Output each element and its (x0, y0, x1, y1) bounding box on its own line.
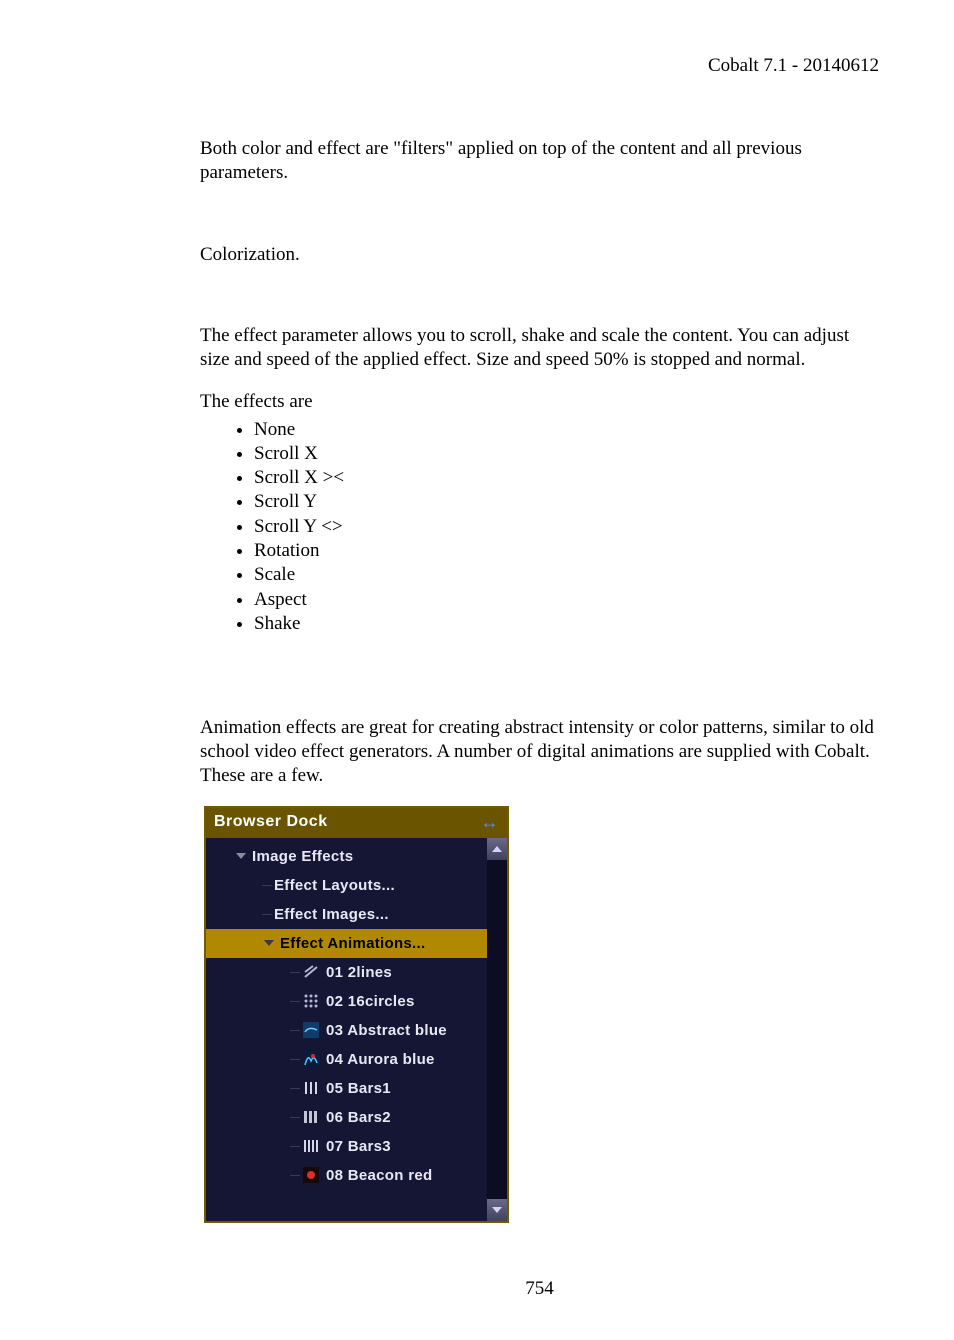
tree-label: 03 Abstract blue (326, 1022, 447, 1039)
list-item: Aspect (254, 588, 879, 612)
tree-item-image-effects[interactable]: Image Effects (206, 842, 487, 871)
thumb-bars3-icon (302, 1137, 320, 1155)
thumb-bars1-icon (302, 1079, 320, 1097)
list-item: Rotation (254, 539, 879, 563)
tree-item-effect-animations[interactable]: Effect Animations... (206, 929, 487, 958)
triangle-down-icon (234, 850, 248, 862)
page-header: Cobalt 7.1 - 20140612 (200, 55, 879, 77)
paragraph-colorization: Colorization. (200, 243, 879, 267)
dock-tree[interactable]: Image Effects Effect Layouts... Effect I… (206, 838, 487, 1221)
tree-label: 08 Beacon red (326, 1167, 432, 1184)
tree-label: Effect Images... (274, 906, 389, 923)
thumb-beacon-red-icon (302, 1166, 320, 1184)
scrollbar-track[interactable] (487, 860, 507, 1199)
browser-dock-panel: Browser Dock ↔ Image Effects Effect Layo… (204, 806, 509, 1223)
paragraph-effect-desc: The effect parameter allows you to scrol… (200, 324, 879, 372)
paragraph-animation-desc: Animation effects are great for creating… (200, 716, 879, 787)
thumb-2lines-icon (302, 963, 320, 981)
tree-label: 01 2lines (326, 964, 392, 981)
tree-item-animation[interactable]: 03 Abstract blue (206, 1016, 487, 1045)
scroll-down-icon[interactable] (487, 1199, 507, 1221)
list-item: Scroll Y <> (254, 515, 879, 539)
tree-item-animation[interactable]: 01 2lines (206, 958, 487, 987)
list-item: Scale (254, 563, 879, 587)
tree-item-animation[interactable]: 08 Beacon red (206, 1161, 487, 1190)
dock-title-label: Browser Dock (214, 813, 328, 831)
tree-label: 06 Bars2 (326, 1109, 391, 1126)
tree-label: Effect Layouts... (274, 877, 395, 894)
resize-icon[interactable]: ↔ (477, 812, 504, 833)
paragraph-effects-intro: The effects are (200, 390, 879, 414)
page-number: 754 (200, 1278, 879, 1300)
tree-label: Effect Animations... (280, 935, 425, 952)
tree-item-animation[interactable]: 05 Bars1 (206, 1074, 487, 1103)
tree-item-effect-images[interactable]: Effect Images... (206, 900, 487, 929)
scroll-up-icon[interactable] (487, 838, 507, 860)
tree-item-animation[interactable]: 06 Bars2 (206, 1103, 487, 1132)
list-item: Scroll Y (254, 490, 879, 514)
thumb-aurora-blue-icon (302, 1050, 320, 1068)
tree-label: 02 16circles (326, 993, 415, 1010)
tree-label: 05 Bars1 (326, 1080, 391, 1097)
list-item: Scroll X >< (254, 466, 879, 490)
tree-label: Image Effects (252, 848, 353, 865)
thumb-bars2-icon (302, 1108, 320, 1126)
tree-label: 07 Bars3 (326, 1138, 391, 1155)
list-item: Scroll X (254, 442, 879, 466)
tree-item-effect-layouts[interactable]: Effect Layouts... (206, 871, 487, 900)
thumb-16circles-icon (302, 992, 320, 1010)
dock-titlebar[interactable]: Browser Dock ↔ (206, 808, 507, 838)
tree-item-animation[interactable]: 07 Bars3 (206, 1132, 487, 1161)
thumb-abstract-blue-icon (302, 1021, 320, 1039)
tree-item-animation[interactable]: 04 Aurora blue (206, 1045, 487, 1074)
list-item: Shake (254, 612, 879, 636)
effects-list: None Scroll X Scroll X >< Scroll Y Scrol… (200, 418, 879, 637)
tree-item-animation[interactable]: 02 16circles (206, 987, 487, 1016)
scrollbar[interactable] (487, 838, 507, 1221)
list-item: None (254, 418, 879, 442)
paragraph-filters: Both color and effect are "filters" appl… (200, 137, 879, 185)
triangle-down-icon (262, 937, 276, 949)
tree-label: 04 Aurora blue (326, 1051, 435, 1068)
